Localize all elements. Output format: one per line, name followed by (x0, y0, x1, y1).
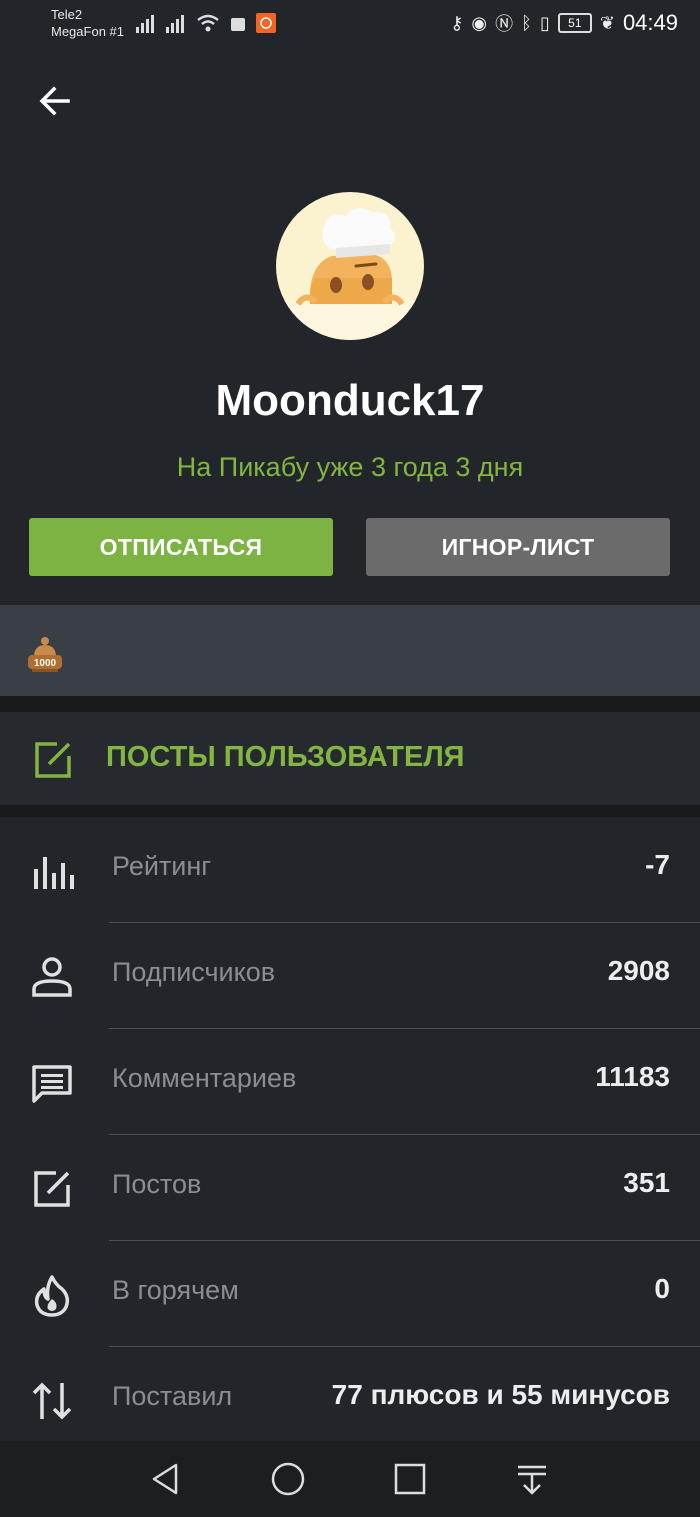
system-nav-bar (0, 1441, 700, 1517)
stat-label: В горячем (112, 1275, 239, 1305)
nav-back-icon[interactable] (146, 1459, 186, 1499)
edit-icon (34, 1171, 70, 1207)
eye-icon: ◉ (471, 12, 488, 33)
nav-home-icon[interactable] (268, 1459, 308, 1499)
stat-label: Подписчиков (112, 957, 276, 987)
status-icons-left (136, 12, 276, 34)
stat-label: Комментариев (112, 1063, 297, 1093)
carrier-2: MegaFon #1 (51, 24, 124, 39)
unsubscribe-button[interactable]: ОТПИСАТЬСЯ (29, 518, 333, 576)
sort-arrows-icon (32, 1382, 72, 1420)
app-notification-icon (256, 13, 276, 33)
nfc-icon: Ⓝ (495, 14, 514, 34)
rating-icon (34, 857, 74, 889)
vibrate-icon: ▯ (539, 12, 550, 33)
flame-icon (34, 1275, 70, 1317)
stat-label: Постов (112, 1169, 202, 1199)
person-icon (32, 957, 72, 997)
stat-value: 11183 (595, 1061, 670, 1092)
stat-value: 77 плюсов и 55 минусов (331, 1379, 670, 1410)
awards-strip: 1000 (0, 605, 700, 696)
award-1000-label: 1000 (34, 658, 57, 669)
stat-value: 351 (623, 1167, 670, 1198)
stat-value: 0 (654, 1273, 670, 1304)
nav-notifications-icon[interactable] (512, 1459, 552, 1499)
signal-icon-2 (166, 15, 184, 33)
stat-row-comments: Комментариев 11183 (0, 1029, 700, 1135)
comment-icon (32, 1065, 72, 1103)
award-1000-icon[interactable]: 1000 (26, 633, 64, 675)
member-since: На Пикабу уже 3 года 3 дня (176, 452, 524, 482)
battery-icon: 51 (557, 13, 592, 33)
back-arrow-icon[interactable] (34, 80, 76, 122)
stat-label: Поставил (112, 1381, 233, 1411)
stat-value: 2908 (607, 955, 670, 986)
notification-icon (231, 18, 245, 31)
chef-avatar-icon (276, 207, 424, 340)
stat-row-votes: Поставил 77 плюсов и 55 минусов (0, 1347, 700, 1453)
user-posts-label: ПОСТЫ ПОЛЬЗОВАТЕЛЯ (106, 741, 465, 773)
wifi-icon (197, 14, 219, 32)
stat-value: -7 (645, 849, 670, 880)
key-icon: ⚷ (450, 12, 464, 33)
clock: 04:49 (622, 10, 678, 35)
stat-row-rating: Рейтинг -7 (0, 817, 700, 923)
nav-recents-icon[interactable] (390, 1459, 430, 1499)
carrier-1: Tele2 (51, 7, 83, 22)
signal-icon (136, 15, 154, 33)
avatar (276, 192, 424, 340)
carrier-labels: Tele2 MegaFon #1 (51, 6, 124, 40)
stat-label: Рейтинг (112, 851, 212, 881)
edit-icon (35, 742, 71, 778)
stat-row-subscribers: Подписчиков 2908 (0, 923, 700, 1029)
status-bar: Tele2 MegaFon #1 ⚷ ◉ Ⓝ ᛒ ▯ 51 ❦ 04:49 (0, 0, 700, 46)
stat-row-hot: В горячем 0 (0, 1241, 700, 1347)
section-divider (0, 696, 700, 712)
username: Moonduck17 (215, 376, 485, 425)
ignore-list-button[interactable]: ИГНОР-ЛИСТ (366, 518, 670, 576)
leaf-icon: ❦ (599, 12, 615, 33)
status-icons-right: ⚷ ◉ Ⓝ ᛒ ▯ 51 ❦ 04:49 (450, 10, 678, 36)
section-divider (0, 805, 700, 817)
stat-row-posts: Постов 351 (0, 1135, 700, 1241)
bluetooth-icon: ᛒ (521, 12, 532, 33)
